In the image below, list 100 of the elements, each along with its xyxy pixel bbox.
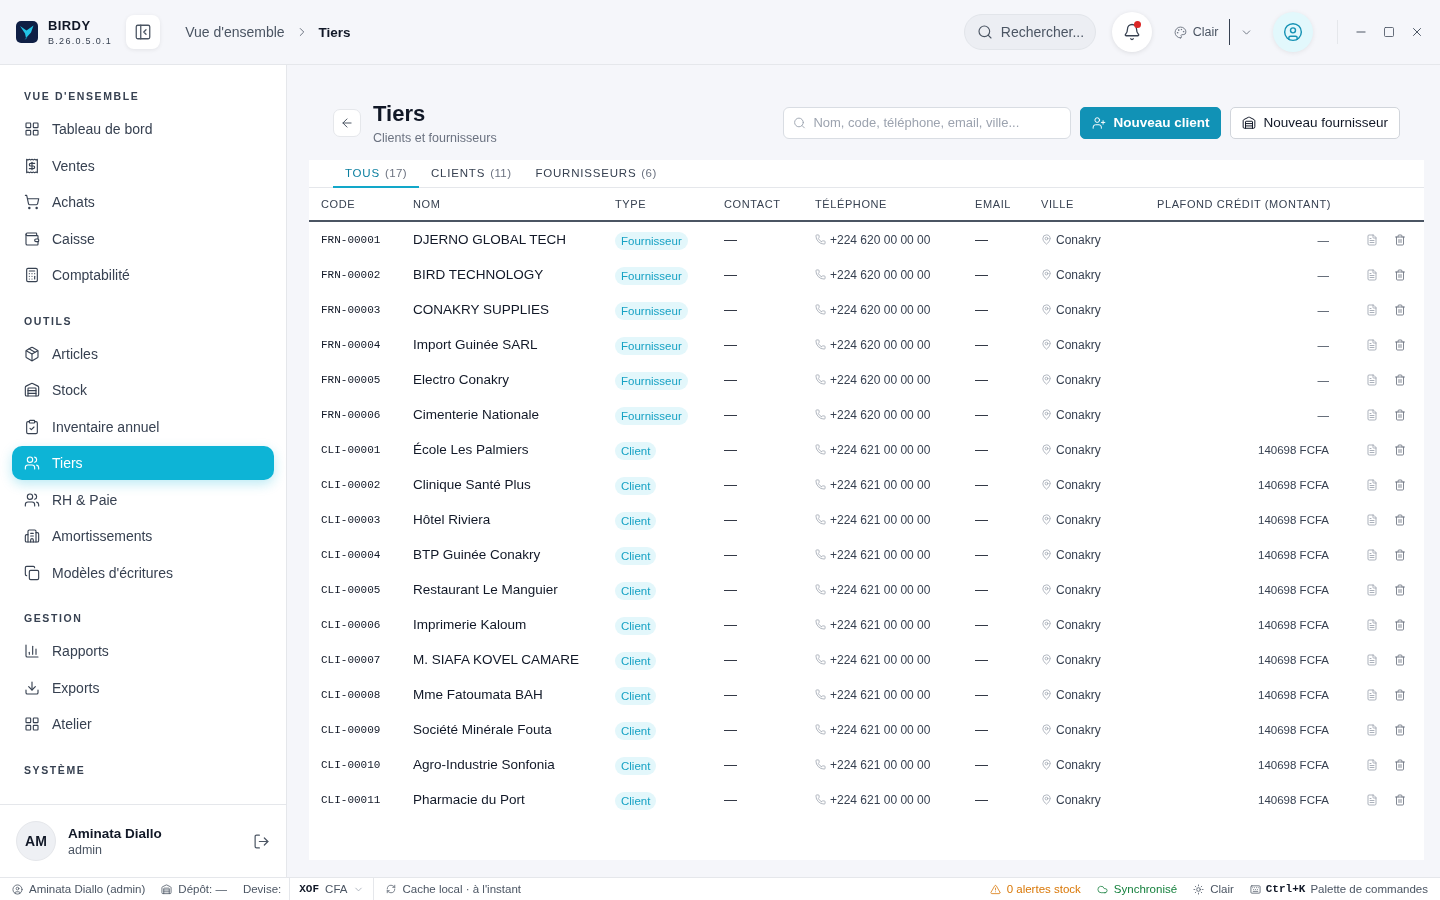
back-button[interactable] <box>333 108 361 137</box>
new-client-button[interactable]: Nouveau client <box>1080 106 1222 139</box>
sidebar-item[interactable]: Rapports <box>12 634 274 668</box>
filter-tab[interactable]: FOURNISSEURS (6) <box>523 160 669 188</box>
document-icon[interactable] <box>1366 338 1378 351</box>
account-button[interactable] <box>1273 12 1313 52</box>
collapse-sidebar-button[interactable] <box>126 15 161 49</box>
email-text: — <box>975 407 989 422</box>
sidebar-item[interactable]: Amortissements <box>12 519 274 553</box>
document-icon[interactable] <box>1366 303 1378 316</box>
contact-text: — <box>724 407 738 422</box>
trash-icon[interactable] <box>1394 338 1406 351</box>
document-icon[interactable] <box>1366 268 1378 281</box>
trash-icon[interactable] <box>1394 233 1406 246</box>
phone-icon <box>815 409 826 420</box>
sidebar-item[interactable]: Stock <box>12 373 274 407</box>
document-icon[interactable] <box>1366 618 1378 631</box>
bird-logo-icon <box>16 21 38 43</box>
sidebar-item[interactable]: Caisse <box>12 221 274 256</box>
partner-code: CLI-00001 <box>321 443 382 456</box>
sidebar-item[interactable]: Modèles d'écritures <box>12 555 274 590</box>
sidebar-item[interactable]: Ventes <box>12 148 274 183</box>
trash-icon[interactable] <box>1394 583 1406 596</box>
sidebar-item[interactable]: Tableau de bord <box>12 112 274 146</box>
sidebar-item[interactable]: Exports <box>12 670 274 705</box>
email-text: — <box>975 757 989 772</box>
close-icon[interactable] <box>1410 25 1424 39</box>
trash-icon[interactable] <box>1394 758 1406 771</box>
type-badge: Client <box>615 791 657 810</box>
document-icon[interactable] <box>1366 443 1378 456</box>
sidebar-item[interactable]: Achats <box>12 185 274 219</box>
credit-amount: — <box>1316 373 1329 386</box>
contact-text: — <box>724 792 738 807</box>
email-text: — <box>975 547 989 562</box>
credit-amount: 140698 FCFA <box>1257 443 1329 456</box>
breadcrumb-link[interactable]: Vue d'ensemble <box>185 24 285 40</box>
trash-icon[interactable] <box>1394 268 1406 281</box>
sidebar-item[interactable]: RH & Paie <box>12 482 274 517</box>
city-name: Conakry <box>1056 337 1101 352</box>
maximize-icon[interactable] <box>1383 26 1395 38</box>
theme-select[interactable]: Clair <box>1173 17 1253 47</box>
filter-tab[interactable]: TOUS (17) <box>333 160 419 188</box>
status-user: Aminata Diallo (admin) <box>29 883 146 895</box>
search-field[interactable]: Nom, code, téléphone, email, ville... <box>783 106 1072 139</box>
trash-icon[interactable] <box>1394 408 1406 421</box>
document-icon[interactable] <box>1366 373 1378 386</box>
notifications-button[interactable] <box>1111 12 1152 52</box>
document-icon[interactable] <box>1366 793 1378 806</box>
currency-select[interactable]: XOF CFA <box>289 878 375 900</box>
type-badge: Fournisseur <box>615 231 688 250</box>
partner-name: Agro-Industrie Sonfonia <box>413 757 556 772</box>
phone-number: +224 621 00 00 00 <box>830 792 931 807</box>
global-search-field[interactable]: Rechercher... <box>963 14 1096 50</box>
wallet-icon <box>24 230 40 247</box>
trash-icon[interactable] <box>1394 723 1406 736</box>
sidebar-item[interactable]: Comptabilité <box>12 258 274 292</box>
email-text: — <box>975 582 989 597</box>
document-icon[interactable] <box>1366 513 1378 526</box>
contact-text: — <box>724 652 738 667</box>
document-icon[interactable] <box>1366 758 1378 771</box>
sidebar-item[interactable]: Articles <box>12 336 274 371</box>
trash-icon[interactable] <box>1394 373 1406 386</box>
phone-number: +224 621 00 00 00 <box>830 652 931 667</box>
trash-icon[interactable] <box>1394 793 1406 806</box>
trash-icon[interactable] <box>1394 688 1406 701</box>
trash-icon[interactable] <box>1394 513 1406 526</box>
sidebar-item[interactable]: Atelier <box>12 707 274 741</box>
trash-icon[interactable] <box>1394 618 1406 631</box>
trash-icon[interactable] <box>1394 443 1406 456</box>
trash-icon[interactable] <box>1394 303 1406 316</box>
contact-text: — <box>724 232 738 247</box>
building-icon <box>24 528 40 544</box>
warehouse-icon <box>1242 115 1257 130</box>
document-icon[interactable] <box>1366 478 1378 491</box>
trash-icon[interactable] <box>1394 653 1406 666</box>
phone-icon <box>815 304 826 315</box>
logout-icon[interactable] <box>253 832 270 850</box>
section-title: GESTION <box>23 611 84 626</box>
trash-icon[interactable] <box>1394 548 1406 561</box>
column-header: NOM <box>413 198 442 210</box>
new-supplier-button[interactable]: Nouveau fournisseur <box>1230 106 1400 139</box>
document-icon[interactable] <box>1366 233 1378 246</box>
document-icon[interactable] <box>1366 583 1378 596</box>
phone-number: +224 620 00 00 00 <box>830 407 931 422</box>
document-icon[interactable] <box>1366 548 1378 561</box>
document-icon[interactable] <box>1366 408 1378 421</box>
partner-code: CLI-00003 <box>321 513 382 526</box>
document-icon[interactable] <box>1366 653 1378 666</box>
city-name: Conakry <box>1056 617 1101 632</box>
partner-code: CLI-00005 <box>321 583 382 596</box>
sidebar-item[interactable]: Inventaire annuel <box>12 409 274 444</box>
email-text: — <box>975 302 989 317</box>
document-icon[interactable] <box>1366 723 1378 736</box>
filter-tab[interactable]: CLIENTS (11) <box>419 160 524 188</box>
type-badge: Fournisseur <box>615 371 688 390</box>
document-icon[interactable] <box>1366 688 1378 701</box>
keyboard-icon <box>1249 883 1261 895</box>
trash-icon[interactable] <box>1394 478 1406 491</box>
phone-number: +224 620 00 00 00 <box>830 267 931 282</box>
map-pin-icon <box>1041 269 1052 280</box>
